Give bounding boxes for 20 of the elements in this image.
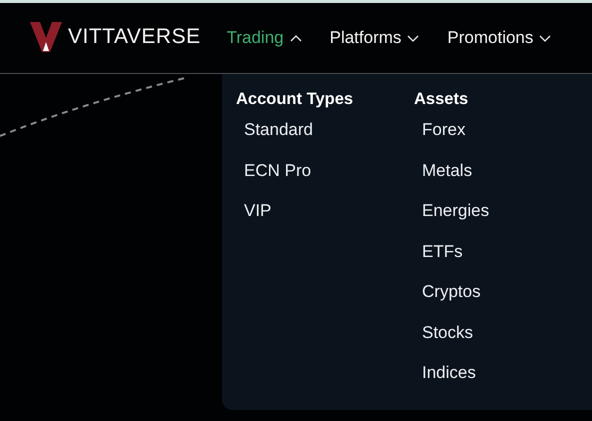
caret-down-icon <box>407 34 420 42</box>
nav-menu-item[interactable]: Promotions <box>447 28 552 48</box>
menu-link[interactable]: Standard <box>236 120 414 160</box>
menu-link[interactable]: Stocks <box>414 322 592 363</box>
menu-link[interactable]: Cryptos <box>414 282 592 322</box>
menu-link[interactable]: ETFs <box>414 242 592 282</box>
caret-up-icon <box>290 34 302 42</box>
menu-link[interactable]: ECN Pro <box>236 160 414 201</box>
column-heading: Assets <box>414 90 470 109</box>
logo-icon <box>30 22 62 52</box>
logo-text: VITTAVERSE <box>68 25 201 49</box>
menu-link[interactable]: Energies <box>414 201 592 242</box>
menu-link[interactable]: Metals <box>414 160 592 201</box>
menu-link[interactable]: VIP <box>236 201 414 242</box>
menu-link[interactable]: Forex <box>414 120 592 160</box>
nav-menu-item[interactable]: Platforms <box>330 28 420 48</box>
nav-menu-item[interactable]: Trading <box>226 28 302 48</box>
menu-link[interactable]: Indices <box>414 363 592 404</box>
column-heading: Account Types <box>236 90 354 109</box>
caret-down-icon <box>539 34 552 42</box>
